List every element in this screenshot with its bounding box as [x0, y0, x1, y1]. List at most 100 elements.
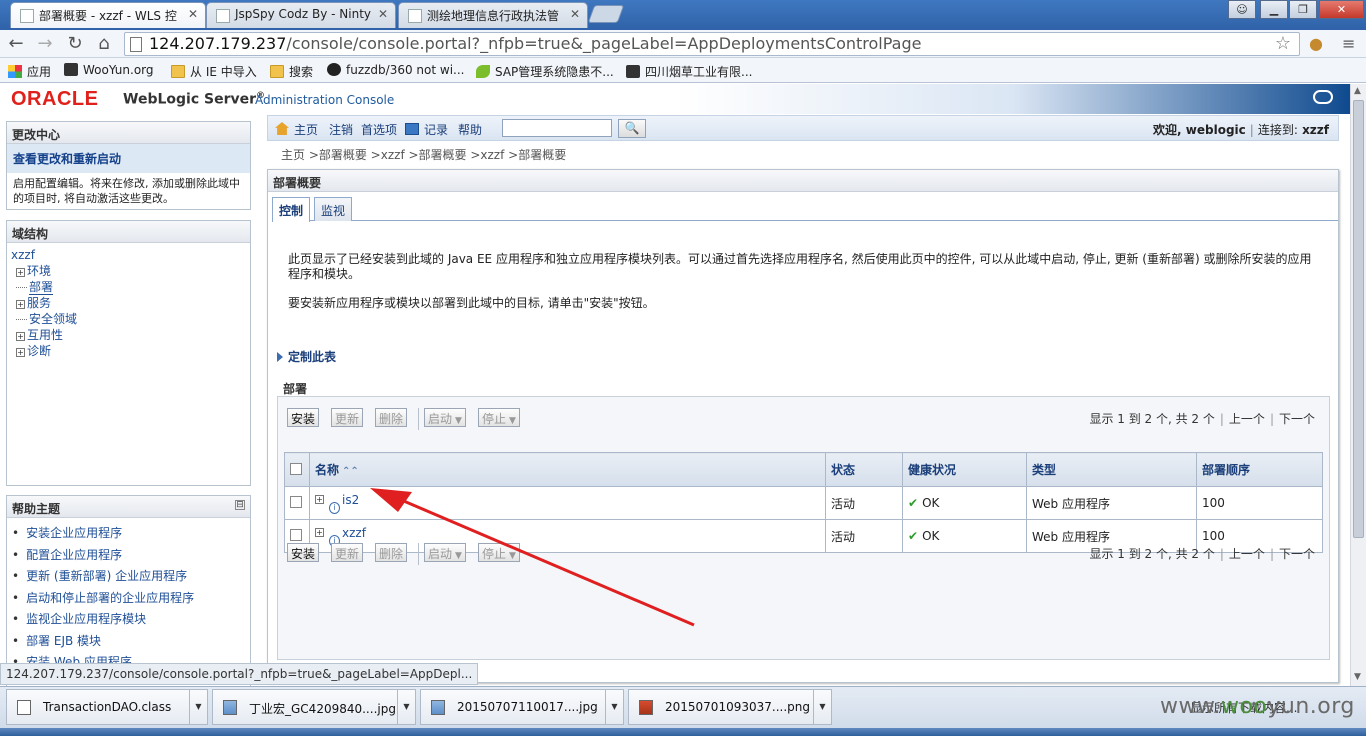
download-item[interactable]: TransactionDAO.class ▼	[6, 689, 208, 725]
bookmark-apps[interactable]: 应用	[8, 63, 51, 80]
expand-icon[interactable]: +	[16, 348, 25, 357]
previous-page-link[interactable]: 上一个	[1229, 412, 1265, 426]
logout-link[interactable]: 注销	[329, 121, 353, 138]
app-link[interactable]: is2	[342, 493, 359, 507]
cookie-extension-icon[interactable]: ●	[1309, 34, 1323, 53]
column-header-health[interactable]: 健康状况	[902, 452, 1027, 487]
bookmark-search[interactable]: 搜索	[270, 63, 313, 80]
row-checkbox[interactable]	[290, 496, 302, 508]
toolbar-separator	[418, 408, 419, 430]
menu-icon[interactable]: ≡	[1342, 34, 1355, 53]
browser-tab[interactable]: 测绘地理信息行政执法管 ✕	[398, 2, 588, 28]
collapse-icon[interactable]: ⊟	[235, 500, 245, 510]
expand-icon[interactable]: +	[16, 268, 25, 277]
help-link[interactable]: 帮助	[458, 121, 482, 138]
next-page-link[interactable]: 下一个	[1279, 547, 1315, 561]
download-item[interactable]: 20150701093037....png ▼	[628, 689, 832, 725]
table-header-row: 名称 ⌃⌃ 状态 健康状况 类型 部署顺序	[284, 452, 1323, 487]
column-header-state[interactable]: 状态	[825, 452, 903, 487]
expand-icon[interactable]: +	[16, 332, 25, 341]
tree-root-xzzf[interactable]: xzzf	[11, 247, 246, 263]
home-link[interactable]: 主页	[275, 121, 318, 138]
help-topic-link[interactable]: 更新 (重新部署) 企业应用程序	[12, 566, 245, 588]
tree-node-diagnostics[interactable]: + 诊断	[11, 343, 246, 359]
close-tab-icon[interactable]: ✕	[378, 7, 388, 21]
bookmark-wooyun[interactable]: WooYun.org	[64, 63, 154, 77]
update-button[interactable]: 更新	[331, 408, 364, 427]
start-dropdown[interactable]: 启动 ▼	[424, 408, 466, 427]
expand-icon[interactable]: +	[16, 300, 25, 309]
column-header-name[interactable]: 名称 ⌃⌃	[309, 452, 826, 487]
close-tab-icon[interactable]: ✕	[188, 7, 198, 21]
close-window-button[interactable]: ✕	[1319, 0, 1364, 19]
page-info-icon[interactable]	[130, 37, 142, 52]
close-tab-icon[interactable]: ✕	[570, 7, 580, 21]
scroll-down-icon[interactable]: ▼	[1354, 672, 1361, 682]
sort-ascending-icon[interactable]: ⌃⌃	[342, 466, 359, 477]
app-link[interactable]: xzzf	[342, 526, 366, 540]
browser-tab[interactable]: JspSpy Codz By - Ninty ✕	[206, 2, 396, 28]
address-bar[interactable]: 124.207.179.237/console/console.portal?_…	[124, 32, 1300, 56]
download-item[interactable]: 20150707110017....jpg ▼	[420, 689, 624, 725]
console-search-input[interactable]	[502, 119, 612, 137]
column-label: 名称	[315, 463, 340, 477]
install-button[interactable]: 安装	[287, 543, 320, 562]
download-item[interactable]: 丁业宏_GC4209840....jpg ▼	[212, 689, 416, 725]
scroll-up-icon[interactable]: ▲	[1354, 86, 1361, 96]
start-dropdown[interactable]: 启动 ▼	[424, 543, 466, 562]
tab-monitoring[interactable]: 监视	[314, 197, 353, 221]
column-header-type[interactable]: 类型	[1026, 452, 1197, 487]
user-icon[interactable]: ☺	[1228, 0, 1256, 19]
bookmark-sap[interactable]: SAP管理系统隐患不...	[476, 63, 614, 80]
page-scrollbar[interactable]: ▲ ▼	[1350, 84, 1366, 686]
customize-table-link[interactable]: 定制此表	[277, 348, 336, 365]
stop-dropdown[interactable]: 停止 ▼	[478, 543, 520, 562]
update-button[interactable]: 更新	[331, 543, 364, 562]
maximize-button[interactable]: ❐	[1289, 0, 1317, 19]
expand-icon[interactable]: +	[315, 527, 324, 537]
delete-button[interactable]: 删除	[375, 543, 408, 562]
bookmark-sichuan[interactable]: 四川烟草工业有限...	[626, 63, 752, 80]
new-tab-button[interactable]	[587, 5, 625, 23]
home-icon[interactable]: ⌂	[92, 33, 116, 55]
tree-node-environment[interactable]: + 环境	[11, 263, 246, 279]
view-changes-restarts-link[interactable]: 查看更改和重新启动	[7, 144, 250, 173]
tree-node-deployments[interactable]: 部署	[11, 279, 246, 295]
console-name: Administration Console	[255, 93, 395, 107]
delete-button[interactable]: 删除	[375, 408, 408, 427]
forward-icon[interactable]: →	[33, 33, 57, 55]
help-topic-link[interactable]: 安装企业应用程序	[12, 523, 245, 545]
tree-node-interoperability[interactable]: + 互用性	[11, 327, 246, 343]
record-link[interactable]: 记录	[405, 121, 448, 138]
bookmark-ie-import[interactable]: 从 IE 中导入	[171, 63, 257, 80]
reload-icon[interactable]: ↻	[63, 33, 87, 55]
chevron-down-icon[interactable]: ▼	[813, 690, 831, 724]
previous-page-link[interactable]: 上一个	[1229, 547, 1265, 561]
back-icon[interactable]: ←	[4, 33, 28, 55]
minimize-button[interactable]: ▁	[1260, 0, 1288, 19]
help-topic-link[interactable]: 启动和停止部署的企业应用程序	[12, 588, 245, 610]
help-topic-link[interactable]: 监视企业应用程序模块	[12, 609, 245, 631]
breadcrumb[interactable]: 主页 >部署概要 >xzzf >部署概要 >xzzf >部署概要	[281, 146, 566, 163]
browser-tab-active[interactable]: 部署概要 - xzzf - WLS 控 ✕	[10, 2, 206, 28]
row-checkbox[interactable]	[290, 529, 302, 541]
next-page-link[interactable]: 下一个	[1279, 412, 1315, 426]
chevron-down-icon[interactable]: ▼	[189, 690, 207, 724]
preferences-link[interactable]: 首选项	[361, 121, 397, 138]
chevron-down-icon[interactable]: ▼	[605, 690, 623, 724]
tree-node-security-realms[interactable]: 安全领域	[11, 311, 246, 327]
help-topic-link[interactable]: 配置企业应用程序	[12, 545, 245, 567]
column-header-order[interactable]: 部署顺序	[1196, 452, 1323, 487]
help-topic-link[interactable]: 部署 EJB 模块	[12, 631, 245, 653]
select-all-checkbox[interactable]	[290, 462, 302, 475]
stop-dropdown[interactable]: 停止 ▼	[478, 408, 520, 427]
bookmark-fuzzdb[interactable]: fuzzdb/360 not wi...	[327, 63, 464, 77]
scrollbar-thumb[interactable]	[1353, 100, 1364, 538]
install-button[interactable]: 安装	[287, 408, 320, 427]
tab-control[interactable]: 控制	[272, 197, 311, 222]
chevron-down-icon[interactable]: ▼	[397, 690, 415, 724]
bookmark-star-icon[interactable]: ☆	[1275, 33, 1291, 55]
expand-icon[interactable]: +	[315, 494, 324, 504]
tree-node-services[interactable]: + 服务	[11, 295, 246, 311]
search-button[interactable]: 🔍	[618, 119, 646, 138]
